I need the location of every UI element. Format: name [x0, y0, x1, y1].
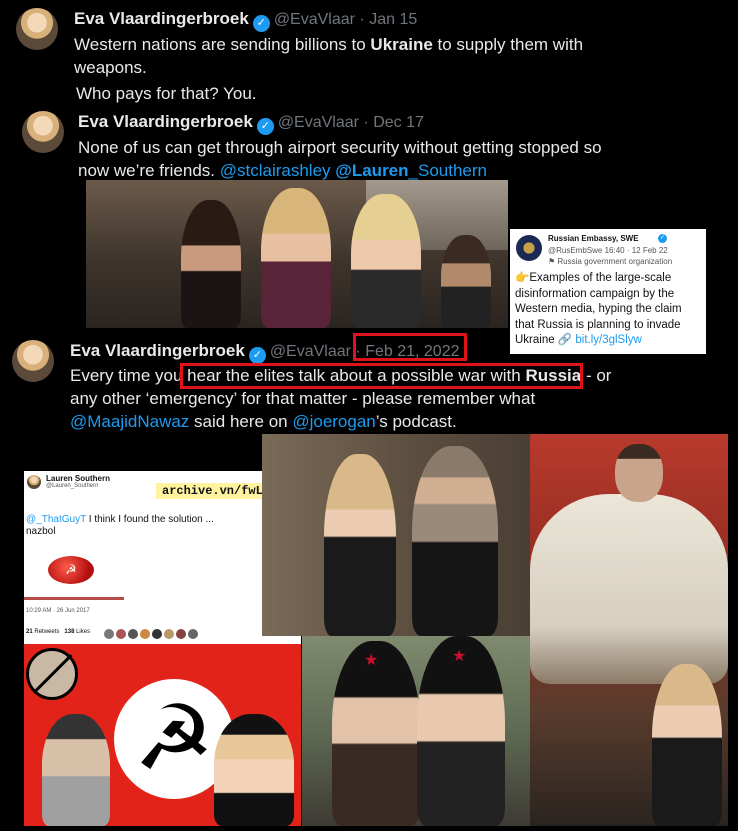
flag-person-right: [214, 714, 294, 826]
tweet-date[interactable]: Jan 15: [369, 11, 417, 28]
avatar-tweet3[interactable]: [12, 340, 54, 382]
embassy-handle[interactable]: @RusEmbSwe: [548, 246, 602, 255]
tweet1-header: Eva Vlaardingerbroek ✓ @EvaVlaar · Jan 15: [74, 9, 417, 32]
flag-person-left: [42, 714, 110, 826]
author-handle[interactable]: @EvaVlaar: [270, 343, 351, 360]
star-icon: ★: [452, 648, 467, 665]
flag-meme-image[interactable]: ☭: [24, 644, 301, 826]
tweet2-photo[interactable]: [86, 180, 508, 328]
reply-text: I think I found the solution ...: [86, 514, 214, 525]
embassy-name[interactable]: Russian Embassy, SWE: [548, 234, 639, 243]
reply-mention: @_ThatGuyT: [26, 514, 86, 525]
photo-person: [324, 454, 396, 636]
org-label: Russia government organization: [557, 257, 673, 266]
verified-icon: ✓: [658, 234, 667, 243]
tweet-text: ’s podcast.: [375, 412, 457, 431]
mention-link[interactable]: @Lauren_Southern: [335, 161, 487, 180]
separator: ·: [354, 11, 370, 28]
mention-rest: _Southern: [408, 161, 487, 180]
author-handle[interactable]: @EvaVlaar: [274, 11, 355, 28]
photo-person: [412, 446, 498, 636]
engagement-stats: 21 Retweets 138 Likes: [26, 629, 90, 635]
photo-person: [181, 200, 241, 328]
tweet1-line3: Who pays for that? You.: [76, 84, 257, 103]
embassy-body: 👉Examples of the large-scale disinformat…: [515, 271, 703, 349]
mention-bold: @Lauren: [335, 161, 409, 180]
avatar-lauren: [27, 475, 41, 489]
tweet-text: None of us can get through airport secur…: [78, 138, 602, 157]
card-divider: [24, 597, 124, 600]
photo-person: [652, 664, 722, 826]
embassy-org: ⚑ Russia government organization: [548, 257, 673, 266]
tweet2-body: None of us can get through airport secur…: [78, 136, 698, 182]
photo-person: [441, 235, 491, 328]
like-label: Likes: [76, 629, 91, 635]
liker-avatars: [104, 626, 200, 644]
photo-person: [261, 188, 331, 328]
mention-link[interactable]: @joerogan: [292, 412, 375, 431]
tweet2-header: Eva Vlaardingerbroek ✓ @EvaVlaar · Dec 17: [78, 112, 424, 135]
tweet-text: weapons.: [74, 58, 147, 77]
verified-icon: ✓: [248, 347, 266, 364]
pointing-hand-icon: 👉: [515, 272, 530, 284]
verified-icon: ✓: [252, 15, 270, 32]
lauren-handle: @Lauren_Southern: [46, 483, 99, 489]
like-count: 138: [64, 629, 75, 635]
tweet-text-bold: Ukraine: [370, 35, 433, 54]
date-highlight-box: [353, 333, 467, 361]
tweet-text: to supply them with: [432, 35, 584, 54]
lauren-name: Lauren Southern: [46, 474, 111, 483]
verified-icon: ✓: [256, 118, 274, 135]
painting-photo[interactable]: [530, 434, 728, 826]
author-handle[interactable]: @EvaVlaar: [278, 114, 359, 131]
tweet-date[interactable]: Dec 17: [373, 114, 424, 131]
crossed-out-portrait: [26, 648, 78, 700]
painting-head: [615, 444, 663, 502]
avatar-tweet1[interactable]: [16, 8, 58, 50]
painting-white-figure: [530, 494, 728, 684]
separator: ·: [358, 114, 374, 131]
photo-ushanka[interactable]: ★ ★: [302, 636, 530, 826]
reply-line: @_ThatGuyT I think I found the solution …: [26, 514, 214, 525]
tweet-text: any other ‘emergency’ for that matter - …: [70, 389, 536, 408]
tweet1-body: Western nations are sending billions to …: [74, 33, 674, 79]
photo-with-man[interactable]: [262, 434, 530, 636]
embassy-tweet-card[interactable]: Russian Embassy, SWE ✓ @RusEmbSwe 16:40 …: [510, 229, 706, 354]
hammer-sickle-icon: ☭: [133, 689, 215, 789]
author-name[interactable]: Eva Vlaardingerbroek: [70, 341, 245, 360]
retweet-count: 21: [26, 629, 33, 635]
author-name[interactable]: Eva Vlaardingerbroek: [78, 112, 253, 131]
tweet-text: Western nations are sending billions to: [74, 35, 371, 54]
photo-person: [351, 194, 421, 328]
tweet-text: now we’re friends.: [78, 161, 220, 180]
reply-word: nazbol: [26, 526, 56, 537]
embassy-link[interactable]: bit.ly/3glSlyw: [575, 334, 641, 346]
lauren-tweet-card[interactable]: Lauren Southern @Lauren_Southern archive…: [24, 471, 301, 644]
retweet-label: Retweets: [34, 629, 60, 635]
author-name[interactable]: Eva Vlaardingerbroek: [74, 9, 249, 28]
mention-link[interactable]: @MaajidNawaz: [70, 412, 189, 431]
tweet-timestamp: 10:29 AM · 26 Jun 2017: [26, 608, 90, 614]
tweet-text: Every time you: [70, 366, 188, 385]
embassy-meta: @RusEmbSwe 16:40 · 12 Feb 22: [548, 246, 668, 255]
avatar-tweet2[interactable]: [22, 111, 64, 153]
embassy-emblem-icon: [516, 235, 542, 261]
tweet-text: said here on: [189, 412, 293, 431]
mention-link[interactable]: @stclairashley: [220, 161, 331, 180]
link-icon: 🔗: [557, 334, 573, 346]
text-highlight-box: [180, 363, 583, 389]
star-icon: ★: [364, 652, 379, 669]
red-pill-icon: ☭: [48, 556, 94, 584]
embassy-time: 16:40 · 12 Feb 22: [604, 246, 668, 255]
tweet-text: - or: [581, 366, 612, 385]
